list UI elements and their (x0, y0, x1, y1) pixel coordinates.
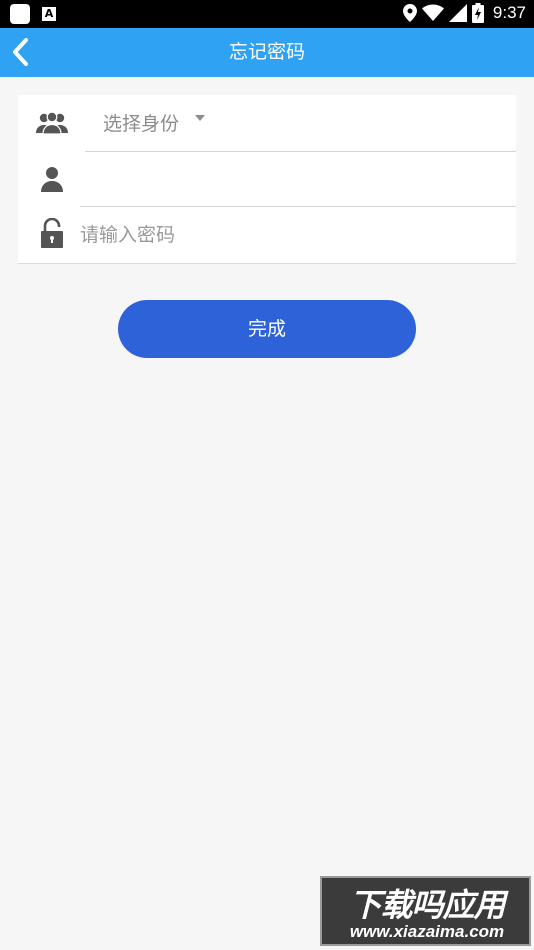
dropdown-caret-icon[interactable] (195, 115, 205, 121)
status-time: 9:37 (492, 3, 526, 22)
username-input[interactable] (80, 159, 500, 199)
wifi-icon (421, 4, 444, 21)
status-right-icons: 9:37 (402, 3, 526, 23)
watermark-title: 下载吗应用 (349, 886, 505, 924)
font-a-icon: A (42, 7, 56, 21)
status-left-icons: A (10, 4, 56, 24)
identity-select-label[interactable]: 选择身份 (103, 109, 179, 136)
status-bar: A 9:37 (0, 0, 534, 28)
watermark-logo: 下载吗应用 www.xiazaima.com (320, 876, 531, 946)
done-button[interactable]: 完成 (118, 300, 416, 358)
lock-icon (36, 217, 68, 249)
app-square-icon (10, 4, 30, 24)
users-group-icon (36, 107, 68, 139)
user-icon (36, 163, 68, 195)
form-card: 选择身份 (18, 95, 516, 264)
password-row (18, 207, 516, 263)
identity-select-row[interactable]: 选择身份 (18, 95, 516, 151)
username-row (18, 151, 516, 207)
signal-icon (448, 4, 467, 22)
battery-charging-icon (471, 3, 484, 23)
password-input[interactable] (80, 215, 500, 255)
watermark-url: www.xiazaima.com (349, 922, 505, 941)
app-bar: 忘记密码 (0, 28, 534, 77)
location-pin-icon (402, 4, 417, 22)
page-title: 忘记密码 (228, 41, 305, 63)
